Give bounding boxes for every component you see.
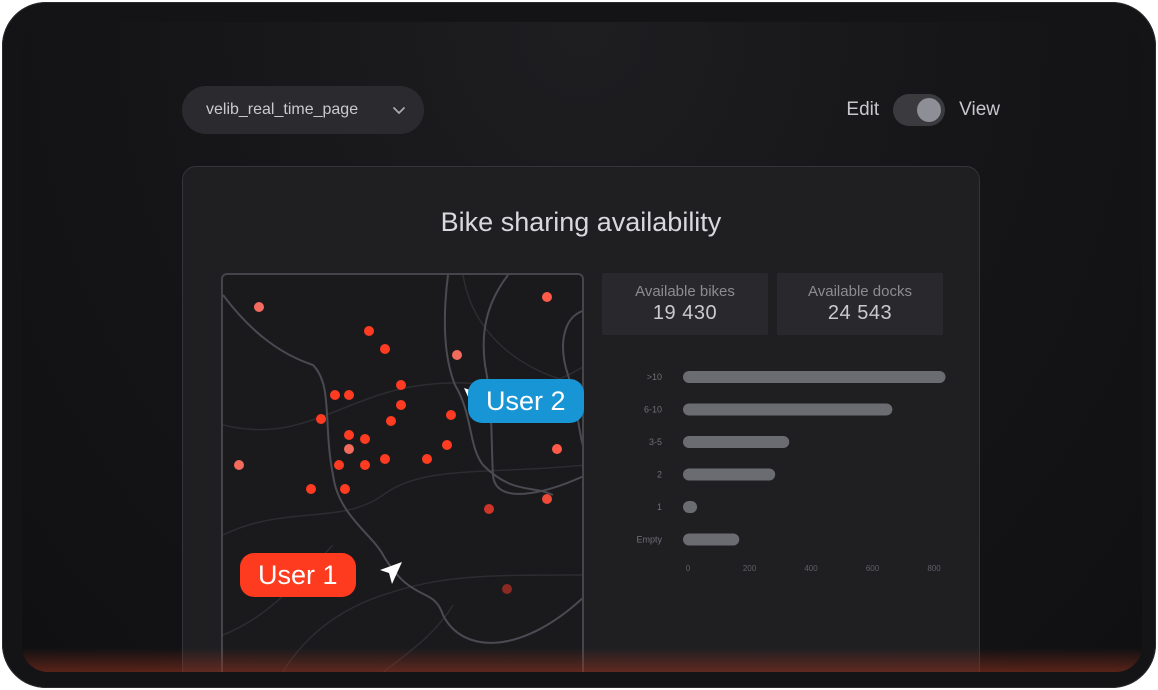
stat-available-docks: Available docks 24 543	[777, 273, 943, 335]
device-frame: velib_real_time_page Edit View Bike shar…	[2, 2, 1156, 688]
bar->10	[683, 371, 946, 383]
station-dot[interactable]	[316, 414, 326, 424]
station-dot[interactable]	[452, 350, 462, 360]
bar-2	[683, 468, 776, 481]
station-dot[interactable]	[344, 430, 354, 440]
category-tick-label: 1	[657, 502, 662, 512]
page-selector-dropdown[interactable]: velib_real_time_page	[182, 86, 424, 134]
bar-3-5	[683, 436, 790, 448]
station-dot[interactable]	[542, 292, 552, 302]
category-tick-label: 3-5	[649, 437, 662, 447]
dashboard-title: Bike sharing availability	[440, 207, 722, 237]
station-dot[interactable]	[386, 416, 396, 426]
bar-Empty	[683, 533, 740, 546]
x-tick-label: 200	[743, 564, 757, 573]
station-dot[interactable]	[380, 344, 390, 354]
chevron-down-icon	[393, 107, 405, 114]
x-tick-label: 600	[866, 564, 880, 573]
stat-value: 19 430	[652, 302, 718, 324]
station-dot[interactable]	[442, 440, 452, 450]
station-dot[interactable]	[334, 460, 344, 470]
station-dot[interactable]	[502, 584, 512, 594]
toggle-knob	[917, 98, 942, 122]
x-tick-label: 400	[804, 564, 818, 573]
station-dot[interactable]	[330, 390, 340, 400]
stat-label: Available bikes	[635, 283, 735, 300]
edit-label[interactable]: Edit	[846, 99, 879, 121]
app-screen: velib_real_time_page Edit View Bike shar…	[22, 22, 1142, 672]
station-dot[interactable]	[344, 390, 354, 400]
bar-1	[683, 501, 698, 513]
category-tick-label: Empty	[636, 535, 662, 545]
station-dot[interactable]	[396, 380, 406, 390]
cursor-user-1-icon	[380, 562, 402, 584]
category-tick-label: 6-10	[644, 405, 662, 415]
station-dot[interactable]	[360, 434, 370, 444]
station-dot[interactable]	[360, 460, 370, 470]
station-dot[interactable]	[542, 494, 552, 504]
station-dot[interactable]	[446, 410, 456, 420]
station-dot[interactable]	[380, 454, 390, 464]
mode-switch: Edit View	[846, 92, 1000, 128]
station-dot[interactable]	[306, 484, 316, 494]
map-canvas	[223, 275, 582, 672]
edit-view-toggle[interactable]	[893, 94, 946, 126]
station-dot[interactable]	[552, 444, 562, 454]
user-1-cursor-label: User 1	[240, 553, 356, 597]
station-dot[interactable]	[484, 504, 494, 514]
station-dot[interactable]	[422, 454, 432, 464]
station-dot[interactable]	[364, 326, 374, 336]
stat-value: 24 543	[827, 302, 893, 324]
view-label[interactable]: View	[959, 99, 1000, 121]
station-dot[interactable]	[234, 460, 244, 470]
availability-bar-chart: >10 6-10 3-5 2 1 Empty 0 200 400 600 800	[636, 371, 946, 573]
category-tick-label: >10	[647, 372, 662, 382]
station-map[interactable]	[221, 273, 584, 672]
station-dot[interactable]	[344, 444, 354, 454]
x-tick-label: 0	[686, 564, 691, 573]
x-tick-label: 800	[927, 564, 941, 573]
user-2-cursor-label: User 2	[468, 379, 584, 423]
category-tick-label: 2	[657, 470, 662, 480]
bottom-glow	[22, 648, 1142, 672]
stat-available-bikes: Available bikes 19 430	[602, 273, 768, 335]
bar-6-10	[683, 403, 893, 416]
station-dot[interactable]	[340, 484, 350, 494]
page-selector-value: velib_real_time_page	[206, 101, 359, 118]
station-dot[interactable]	[254, 302, 264, 312]
station-dot[interactable]	[396, 400, 406, 410]
stat-label: Available docks	[808, 283, 912, 300]
